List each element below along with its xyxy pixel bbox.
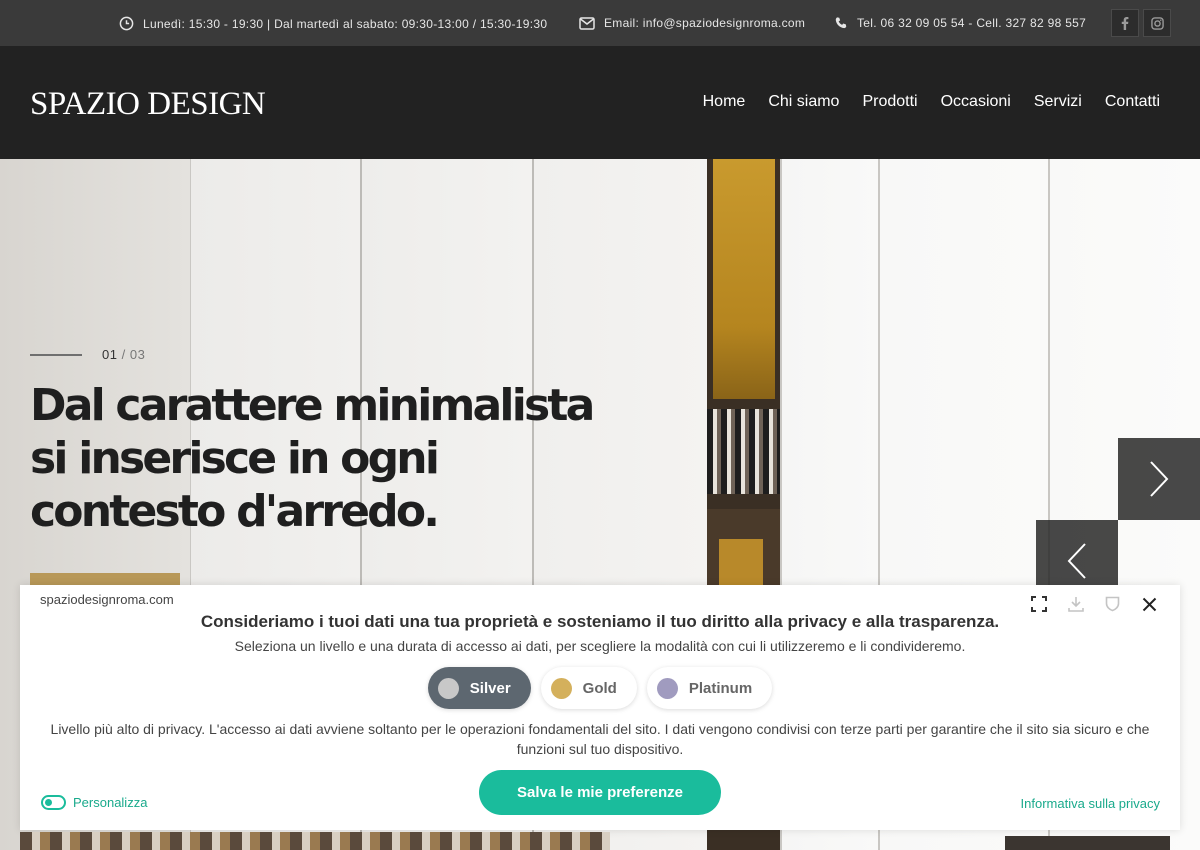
nav-home[interactable]: Home: [703, 93, 746, 111]
email-contact[interactable]: Email: info@spaziodesignroma.com: [579, 16, 805, 30]
facebook-icon: [1121, 16, 1129, 30]
hero-title: Dal carattere minimalista si inserisce i…: [30, 380, 595, 537]
level-gold-option[interactable]: Gold: [540, 667, 637, 709]
phone-contact[interactable]: Tel. 06 32 09 05 54 - Cell. 327 82 98 55…: [834, 16, 1086, 30]
site-header: SPAZIO DESIGN Home Chi siamo Prodotti Oc…: [0, 46, 1200, 159]
slide-indicator-line: [30, 354, 82, 356]
chevron-left-icon: [1067, 543, 1086, 579]
shield-icon: [1105, 596, 1120, 612]
slide-counter: 01 / 03: [102, 347, 145, 362]
level-silver-option[interactable]: Silver: [427, 667, 531, 709]
silver-dot-icon: [437, 677, 459, 699]
envelope-icon: [579, 16, 595, 30]
chevron-right-icon: [1150, 461, 1169, 497]
consent-site-name: spaziodesignroma.com: [40, 592, 174, 607]
consent-title: Consideriamo i tuoi dati una tua proprie…: [200, 612, 1000, 631]
nav-prodotti[interactable]: Prodotti: [862, 93, 917, 111]
bottom-image-strip: [20, 832, 610, 850]
slide-separator: /: [121, 347, 126, 362]
platinum-dot-icon: [656, 677, 678, 699]
toggle-switch-icon[interactable]: [41, 795, 66, 810]
privacy-consent-banner: spaziodesignroma.com Consideriamo i tuoi…: [20, 585, 1180, 830]
download-icon: [1067, 597, 1084, 612]
nav-occasioni[interactable]: Occasioni: [941, 93, 1011, 111]
nav-chi-siamo[interactable]: Chi siamo: [768, 93, 839, 111]
folded-clothes: [707, 409, 780, 494]
opening-hours-text: Lunedì: 15:30 - 19:30 | Dal martedì al s…: [143, 16, 548, 31]
opening-hours: Lunedì: 15:30 - 19:30 | Dal martedì al s…: [119, 16, 547, 31]
consent-subtitle: Seleziona un livello e una durata di acc…: [234, 638, 966, 654]
bottom-image-strip: [1005, 836, 1170, 850]
privacy-level-selector: Silver Gold Platinum: [20, 667, 1180, 709]
nav-servizi[interactable]: Servizi: [1034, 93, 1082, 111]
clock-icon: [119, 16, 134, 31]
phone-icon: [835, 17, 847, 29]
instagram-icon: [1150, 16, 1164, 30]
level-label: Gold: [582, 679, 617, 697]
next-slide-button[interactable]: [1118, 438, 1200, 520]
close-icon: [1142, 597, 1157, 611]
customize-label[interactable]: Personalizza: [73, 795, 147, 810]
expand-icon: [1030, 596, 1047, 612]
phone-text[interactable]: Tel. 06 32 09 05 54 - Cell. 327 82 98 55…: [857, 16, 1086, 30]
slide-total: 03: [129, 347, 146, 362]
level-description: Livello più alto di privacy. L'accesso a…: [50, 721, 1150, 757]
email-text[interactable]: Email: info@spaziodesignroma.com: [604, 16, 805, 30]
main-navigation: Home Chi siamo Prodotti Occasioni Serviz…: [680, 93, 1160, 111]
hanging-jacket: [713, 159, 775, 399]
site-logo[interactable]: SPAZIO DESIGN: [30, 86, 266, 123]
save-preferences-button[interactable]: Salva le mie preferenze: [479, 770, 721, 815]
level-label: Silver: [469, 679, 511, 697]
slide-current: 01: [102, 347, 118, 362]
level-label: Platinum: [688, 679, 753, 697]
instagram-link[interactable]: [1143, 9, 1171, 37]
customize-toggle[interactable]: Personalizza: [41, 795, 147, 810]
level-platinum-option[interactable]: Platinum: [646, 667, 773, 709]
gold-dot-icon: [550, 677, 572, 699]
top-info-bar: Lunedì: 15:30 - 19:30 | Dal martedì al s…: [0, 0, 1200, 46]
facebook-link[interactable]: [1111, 9, 1139, 37]
privacy-policy-link[interactable]: Informativa sulla privacy: [1021, 796, 1160, 811]
nav-contatti[interactable]: Contatti: [1105, 93, 1160, 111]
